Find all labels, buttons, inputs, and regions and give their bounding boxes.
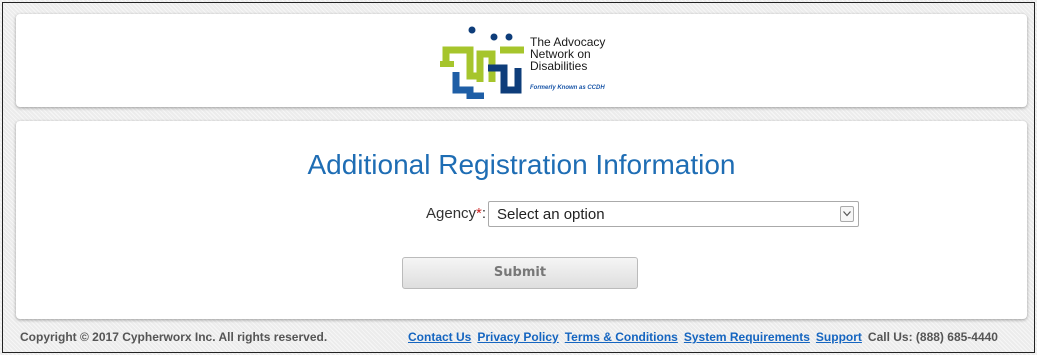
- logo-mark-icon: [440, 26, 524, 99]
- terms-conditions-link[interactable]: Terms & Conditions: [565, 330, 678, 344]
- agency-select-value: Select an option: [497, 206, 605, 223]
- footer-links: Contact Us Privacy Policy Terms & Conditio…: [408, 330, 998, 344]
- copyright-text: Copyright © 2017 Cypherworx Inc. All rig…: [20, 330, 328, 344]
- logo-tagline: Formerly Known as CCDH: [530, 85, 605, 91]
- logo-name: The Advocacy Network on Disabilities: [530, 36, 605, 72]
- label-colon: :: [481, 205, 487, 222]
- support-link[interactable]: Support: [816, 330, 862, 344]
- submit-button[interactable]: Submit: [402, 257, 638, 289]
- chevron-down-icon[interactable]: [840, 206, 854, 222]
- header-panel: The Advocacy Network on Disabilities For…: [16, 14, 1027, 107]
- agency-select[interactable]: Select an option: [488, 201, 859, 227]
- privacy-policy-link[interactable]: Privacy Policy: [477, 330, 558, 344]
- agency-label: Agency*:: [426, 205, 486, 222]
- agency-label-text: Agency: [426, 205, 477, 222]
- contact-us-link[interactable]: Contact Us: [408, 330, 471, 344]
- phone-number: Call Us: (888) 685-4440: [867, 330, 998, 344]
- page-title: Additional Registration Information: [307, 149, 736, 180]
- organization-logo: The Advocacy Network on Disabilities For…: [440, 24, 630, 99]
- logo-name-line-3: Disabilities: [530, 59, 588, 73]
- registration-form-panel: Additional Registration Information Agen…: [16, 121, 1027, 319]
- system-requirements-link[interactable]: System Requirements: [684, 330, 810, 344]
